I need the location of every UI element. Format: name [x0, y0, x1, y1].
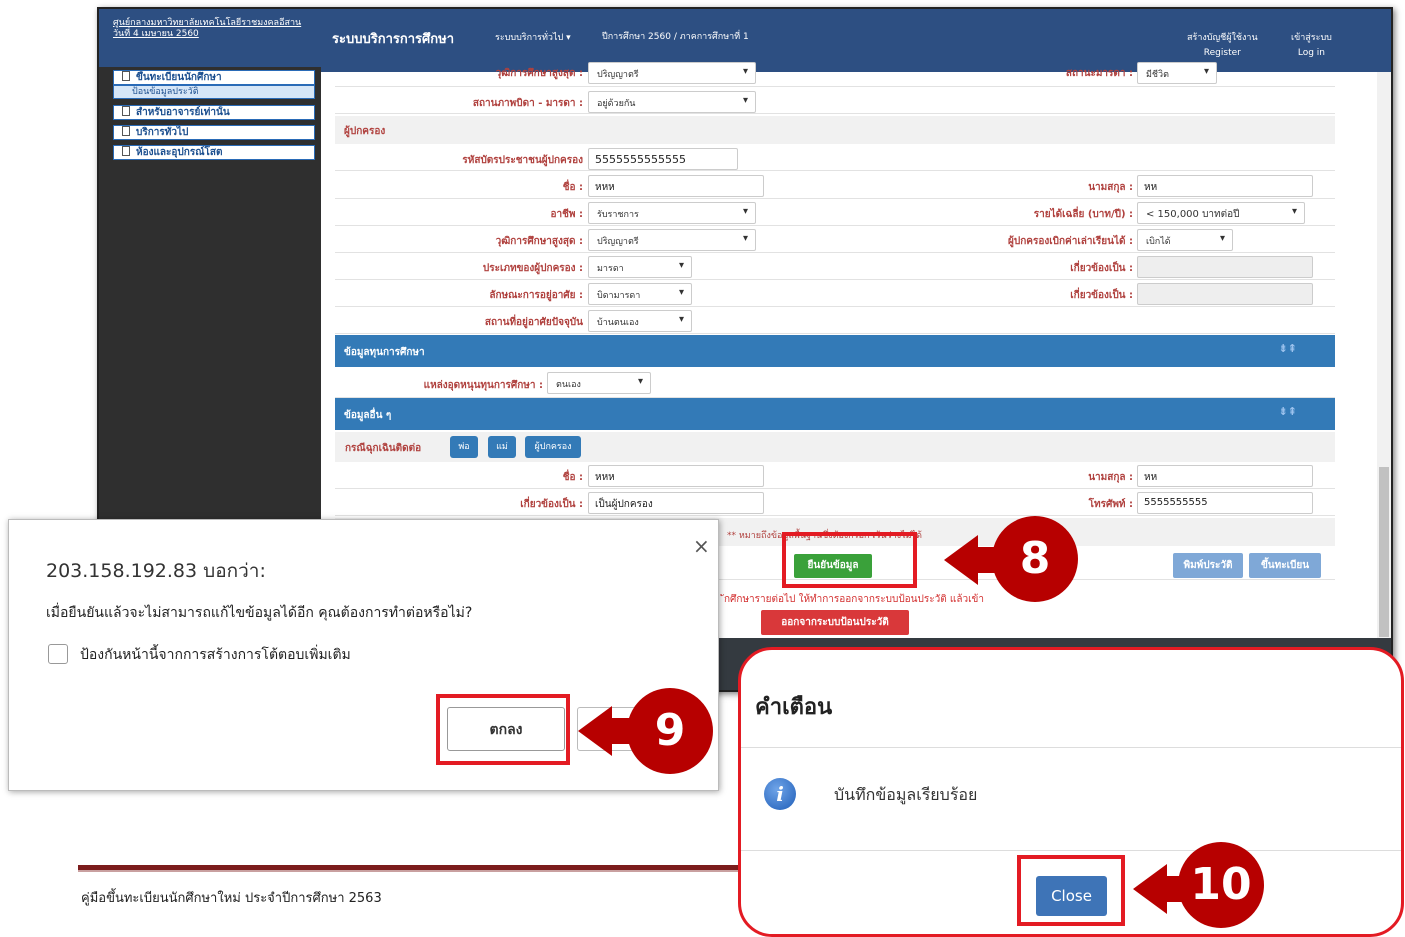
register-button[interactable]: ขึ้นทะเบียน [1249, 553, 1321, 578]
collapse-arrows-icon[interactable]: ⇟⇞ [1279, 405, 1297, 418]
document-icon [122, 146, 130, 156]
callout-box-close [1017, 855, 1125, 926]
scholarship-section-header: ข้อมูลทุนการศึกษา ⇟⇞ [335, 335, 1335, 367]
checkbox-label: ป้องกันหน้านี้จากการสร้างการโต้ตอบเพิ่มเ… [80, 647, 351, 663]
document-icon [122, 126, 130, 136]
emergency-contact-row: กรณีฉุกเฉินติดต่อ พ่อ แม่ ผู้ปกครอง [335, 432, 1335, 462]
next-student-note: ักศึกษารายต่อไป ให้ทำการออกจากระบบป้อนปร… [724, 594, 984, 605]
father-button[interactable]: พ่อ [450, 436, 478, 458]
scrollbar-thumb[interactable] [1379, 467, 1389, 637]
sidebar-item-register-student[interactable]: ขึ้นทะเบียนนักศึกษา [113, 70, 315, 85]
document-icon [122, 71, 130, 81]
income-select[interactable]: < 150,000 บาทต่อปี [1137, 202, 1305, 224]
guardian-header: ผู้ปกครอง [335, 116, 1335, 144]
form-row-parents-status: สถานภาพบิดา - มารดา : อยู่ด้วยกัน [335, 87, 1335, 114]
logout-profile-button[interactable]: ออกจากระบบป้อนประวัติ [761, 610, 909, 635]
institution-name: ศูนย์กลางมหาวิทยาลัยเทคโนโลยีราชมงคลอีสา… [113, 18, 302, 28]
guardian-type-select[interactable]: มารดา [588, 256, 692, 278]
form-row-emergency-relation: เกี่ยวข้องเป็น : เป็นผู้ปกครอง โทรศัพท์ … [335, 489, 1335, 516]
print-profile-button[interactable]: พิมพ์ประวัติ [1173, 553, 1243, 578]
form-row-current-residence: สถานที่อยู่อาศัยปัจจุบัน บ้านตนเอง [335, 307, 1335, 334]
occupation-select[interactable]: รับราชการ [588, 202, 756, 224]
form-row-residence-type: ลักษณะการอยู่อาศัย : บิดามารดา เกี่ยวข้อ… [335, 280, 1335, 307]
guardian-button[interactable]: ผู้ปกครอง [525, 436, 581, 458]
prevent-dialogs-checkbox[interactable] [48, 644, 68, 664]
form-row-guardian-id: รหัสบัตรประชาชนผู้ปกครอง 5555555555555 [335, 144, 1335, 171]
callout-box-confirm [782, 532, 917, 588]
emergency-phone-input[interactable]: 5555555555 [1137, 492, 1313, 514]
app-title: ระบบบริการการศึกษา [332, 32, 455, 47]
mother-status-select[interactable]: มีชีวิต [1137, 62, 1217, 84]
register-link[interactable]: สร้างบัญชีผู้ใช้งาน Register [1187, 30, 1258, 58]
emergency-name-input[interactable]: หหห [588, 465, 764, 487]
emergency-surname-input[interactable]: หห [1137, 465, 1313, 487]
mother-education-select[interactable]: ปริญญาตรี [588, 62, 756, 84]
login-link[interactable]: เข้าสู่ระบบ Log in [1291, 30, 1332, 58]
sidebar-item-profile-entry[interactable]: ป้อนข้อมูลประวัติ [113, 85, 315, 99]
dialog-message: เมื่อยืนยันแล้วจะไม่สามารถแก้ไขข้อมูลได้… [46, 605, 473, 621]
form-row-scholarship: แหล่งอุดหนุนทุนการศึกษา : ตนเอง [335, 368, 1335, 398]
modal-title: คำเตือน [755, 695, 833, 720]
form-row-education: วุฒิการศึกษาสูงสุด : ปริญญาตรี ผู้ปกครอง… [335, 226, 1335, 253]
modal-divider [741, 850, 1401, 851]
step-badge-8: 8 [992, 516, 1078, 602]
sidebar-item-rooms-av[interactable]: ห้องและอุปกรณ์โสต [113, 145, 315, 160]
term-indicator: ปีการศึกษา 2560 / ภาคการศึกษาที่ 1 [602, 32, 749, 42]
guardian-surname-input[interactable]: หห [1137, 175, 1313, 197]
info-icon: i [764, 778, 796, 810]
scholarship-source-select[interactable]: ตนเอง [547, 372, 651, 394]
form-row-education-mother: วุฒิการศึกษาสูงสุด : ปริญญาตรี สถานะมารด… [335, 60, 1335, 87]
caret-down-icon: ▾ [566, 33, 571, 43]
step-badge-9: 9 [627, 688, 713, 774]
parents-status-select[interactable]: อยู่ด้วยกัน [588, 91, 756, 113]
guardian-name-input[interactable]: หหห [588, 175, 764, 197]
collapse-arrows-icon[interactable]: ⇟⇞ [1279, 342, 1297, 355]
form-row-name: ชื่อ : หหห นามสกุล : หห [335, 172, 1335, 199]
services-menu[interactable]: ระบบบริการทั่วไป ▾ [495, 30, 571, 44]
footer-rule-light [78, 870, 738, 872]
residence-type-select[interactable]: บิดามารดา [588, 283, 692, 305]
modal-divider [741, 747, 1401, 748]
scrollbar[interactable] [1377, 72, 1391, 638]
modal-message: บันทึกข้อมูลเรียบร้อย [834, 785, 978, 804]
close-icon[interactable]: × [693, 534, 710, 558]
current-date: วันที่ 4 เมษายน 2560 [113, 29, 199, 39]
form-row-guardian-type: ประเภทของผู้ปกครอง : มารดา เกี่ยวข้องเป็… [335, 253, 1335, 280]
footer-text: คู่มือขึ้นทะเบียนนักศึกษาใหม่ ประจำปีการ… [81, 891, 382, 906]
current-residence-select[interactable]: บ้านตนเอง [588, 310, 692, 332]
guardian-id-input[interactable]: 5555555555555 [588, 148, 738, 170]
callout-box-ok [436, 694, 570, 765]
document-icon [122, 106, 130, 116]
mother-button[interactable]: แม่ [488, 436, 516, 458]
dialog-title: 203.158.192.83 บอกว่า: [46, 560, 266, 582]
guardian-education-select[interactable]: ปริญญาตรี [588, 229, 756, 251]
form-row-occupation: อาชีพ : รับราชการ รายได้เฉลี่ย (บาท/ปี) … [335, 199, 1335, 226]
sidebar-header: ศูนย์กลางมหาวิทยาลัยเทคโนโลยีราชมงคลอีสา… [99, 9, 321, 67]
form-row-emergency-name: ชื่อ : หหห นามสกุล : หห [335, 462, 1335, 489]
step-badge-10: 10 [1178, 842, 1264, 928]
emergency-relation-input[interactable]: เป็นผู้ปกครอง [588, 492, 764, 514]
other-section-header: ข้อมูลอื่น ๆ ⇟⇞ [335, 398, 1335, 430]
sidebar-item-general-services[interactable]: บริการทั่วไป [113, 125, 315, 140]
relation-input-2[interactable] [1137, 283, 1313, 305]
relation-input-1[interactable] [1137, 256, 1313, 278]
reimburse-select[interactable]: เบิกได้ [1137, 229, 1233, 251]
sidebar-item-teachers-only[interactable]: สำหรับอาจารย์เท่านั้น [113, 105, 315, 120]
